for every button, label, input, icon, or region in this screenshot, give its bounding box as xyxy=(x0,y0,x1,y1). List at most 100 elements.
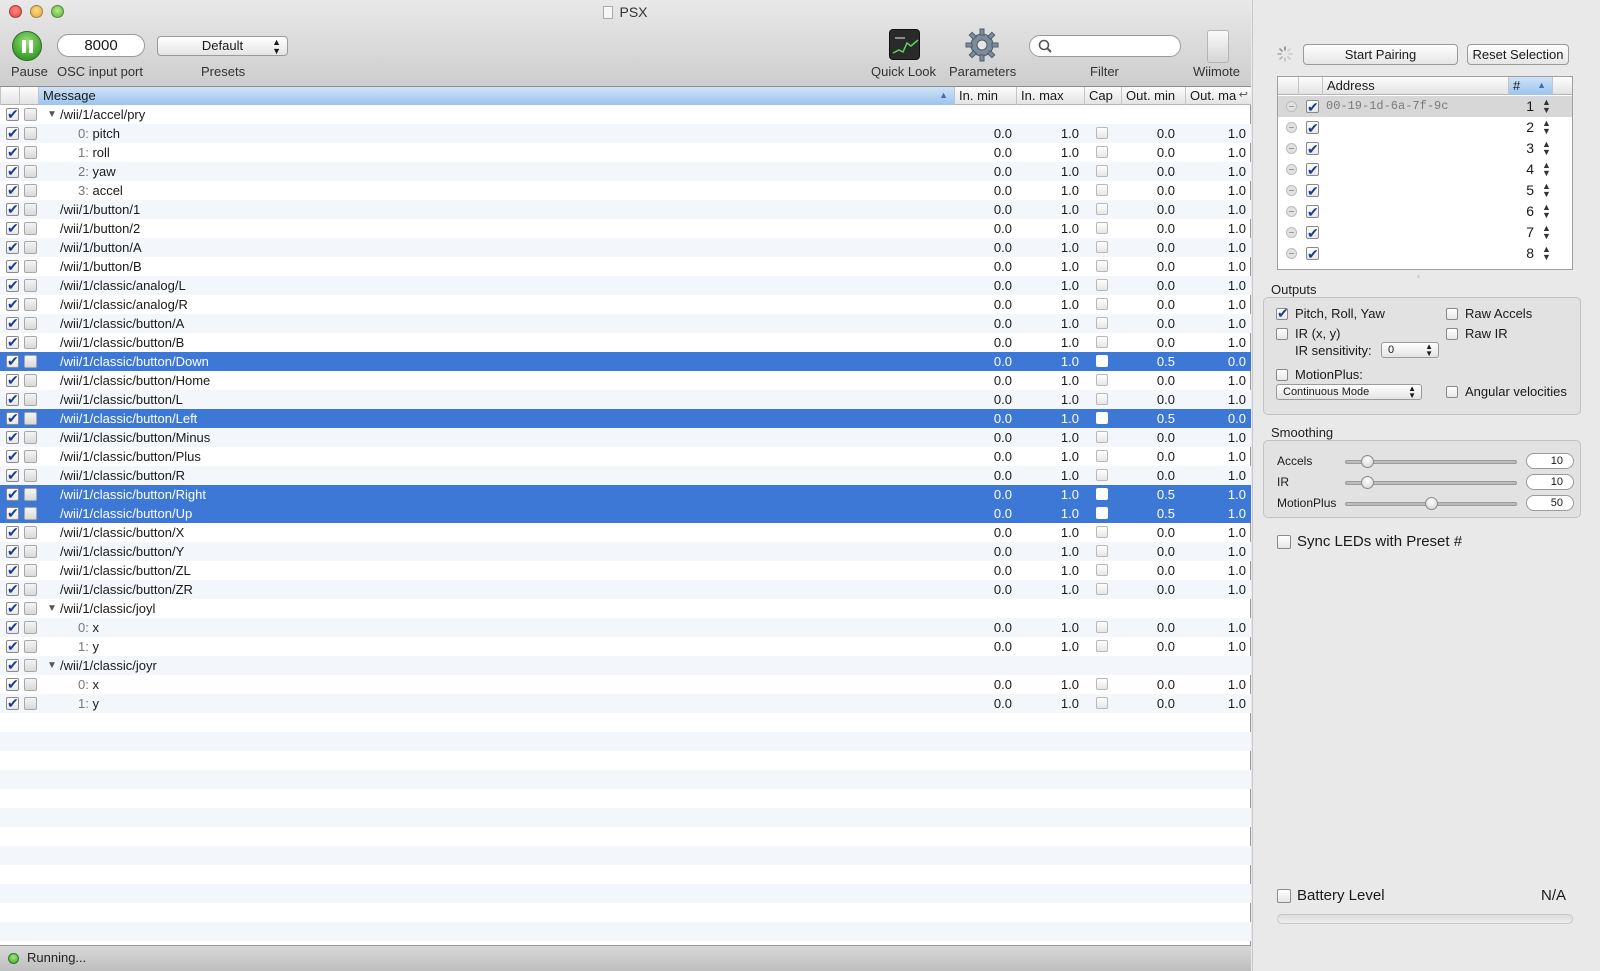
row-enabled-checkbox[interactable] xyxy=(6,219,19,238)
row-out-min[interactable]: 0.0 xyxy=(1125,675,1175,694)
row-in-min[interactable]: 0.0 xyxy=(962,428,1012,447)
row-cap-checkbox[interactable] xyxy=(1096,640,1108,652)
column-out-min[interactable]: Out. min xyxy=(1121,87,1185,105)
row-out-max[interactable]: 1.0 xyxy=(1196,580,1246,599)
row-in-min[interactable]: 0.0 xyxy=(962,523,1012,542)
row-in-max[interactable]: 1.0 xyxy=(1029,447,1079,466)
row-enabled-checkbox[interactable] xyxy=(6,124,19,143)
row-select-checkbox[interactable] xyxy=(24,450,37,463)
table-row[interactable]: /wii/1/classic/button/ZR 0.0 1.0 0.0 1.0 xyxy=(0,580,1251,599)
row-enabled-checkbox[interactable] xyxy=(6,295,19,314)
row-in-max[interactable]: 1.0 xyxy=(1029,390,1079,409)
row-cap-checkbox[interactable] xyxy=(1096,469,1108,481)
row-enabled-checkbox[interactable] xyxy=(6,162,19,181)
reset-selection-button[interactable]: Reset Selection xyxy=(1467,44,1569,65)
wiimote-row[interactable]: 8 ▲▼ xyxy=(1278,243,1572,265)
row-out-max[interactable]: 1.0 xyxy=(1196,694,1246,713)
row-out-min[interactable]: 0.0 xyxy=(1125,200,1175,219)
number-stepper[interactable]: ▲ ▼ xyxy=(1542,203,1551,220)
row-enabled-checkbox[interactable] xyxy=(6,333,19,352)
column-message[interactable]: Message ▲ xyxy=(38,87,954,105)
row-out-min[interactable]: 0.0 xyxy=(1125,618,1175,637)
row-out-max[interactable]: 1.0 xyxy=(1196,428,1246,447)
row-cap-checkbox[interactable] xyxy=(1096,317,1108,329)
row-in-max[interactable]: 1.0 xyxy=(1029,219,1079,238)
row-select-checkbox[interactable] xyxy=(24,203,37,216)
row-select-checkbox[interactable] xyxy=(24,412,37,425)
row-select-checkbox[interactable] xyxy=(24,526,37,539)
row-in-max[interactable]: 1.0 xyxy=(1029,181,1079,200)
wiimote-enabled-checkbox[interactable] xyxy=(1306,223,1319,244)
row-enabled-checkbox[interactable] xyxy=(6,200,19,219)
row-cap-checkbox[interactable] xyxy=(1096,431,1108,443)
row-in-max[interactable]: 1.0 xyxy=(1029,143,1079,162)
disclosure-triangle-icon[interactable]: ▼ xyxy=(47,105,57,124)
row-in-min[interactable]: 0.0 xyxy=(962,637,1012,656)
row-out-min[interactable]: 0.0 xyxy=(1125,143,1175,162)
column-in-max[interactable]: In. max xyxy=(1016,87,1084,105)
wiimote-row[interactable]: 4 ▲▼ xyxy=(1278,159,1572,181)
table-row[interactable]: /wii/1/classic/button/Left 0.0 1.0 0.5 0.0 xyxy=(0,409,1251,428)
row-select-checkbox[interactable] xyxy=(24,583,37,596)
wiimote-row[interactable]: 6 ▲▼ xyxy=(1278,201,1572,223)
row-select-checkbox[interactable] xyxy=(24,108,37,121)
row-enabled-checkbox[interactable] xyxy=(6,466,19,485)
row-in-max[interactable]: 1.0 xyxy=(1029,485,1079,504)
row-out-min[interactable]: 0.0 xyxy=(1125,181,1175,200)
table-row[interactable]: ▼/wii/1/classic/joyr xyxy=(0,656,1251,675)
row-out-max[interactable]: 1.0 xyxy=(1196,504,1246,523)
number-stepper[interactable]: ▲ ▼ xyxy=(1542,182,1551,199)
row-select-checkbox[interactable] xyxy=(24,279,37,292)
row-in-max[interactable]: 1.0 xyxy=(1029,409,1079,428)
ir-xy-checkbox[interactable] xyxy=(1276,328,1288,340)
row-in-min[interactable]: 0.0 xyxy=(962,675,1012,694)
remove-icon[interactable] xyxy=(1286,122,1297,133)
row-select-checkbox[interactable] xyxy=(24,127,37,140)
table-row[interactable]: /wii/1/classic/button/Minus 0.0 1.0 0.0 1.0 xyxy=(0,428,1251,447)
table-row[interactable]: /wii/1/classic/button/ZL 0.0 1.0 0.0 1.0 xyxy=(0,561,1251,580)
motionplus-slider-knob[interactable] xyxy=(1424,497,1438,510)
table-row[interactable]: /wii/1/classic/button/Plus 0.0 1.0 0.0 1.0 xyxy=(0,447,1251,466)
table-row[interactable]: /wii/1/classic/button/B 0.0 1.0 0.0 1.0 xyxy=(0,333,1251,352)
pitch-roll-yaw-checkbox[interactable] xyxy=(1276,305,1289,322)
row-in-max[interactable]: 1.0 xyxy=(1029,276,1079,295)
row-out-max[interactable]: 1.0 xyxy=(1196,637,1246,656)
table-row[interactable]: /wii/1/button/1 0.0 1.0 0.0 1.0 xyxy=(0,200,1251,219)
row-in-min[interactable]: 0.0 xyxy=(962,181,1012,200)
row-in-max[interactable]: 1.0 xyxy=(1029,466,1079,485)
row-in-max[interactable]: 1.0 xyxy=(1029,428,1079,447)
remove-icon[interactable] xyxy=(1286,248,1297,259)
row-out-max[interactable]: 1.0 xyxy=(1196,257,1246,276)
row-cap-checkbox[interactable] xyxy=(1096,621,1108,633)
ir-value-field[interactable]: 10 xyxy=(1526,474,1574,490)
wiimote-row[interactable]: 2 ▲▼ xyxy=(1278,117,1572,139)
row-out-max[interactable]: 1.0 xyxy=(1196,542,1246,561)
table-row[interactable]: 3: accel 0.0 1.0 0.0 1.0 xyxy=(0,181,1251,200)
row-in-min[interactable]: 0.0 xyxy=(962,295,1012,314)
row-out-min[interactable]: 0.0 xyxy=(1125,580,1175,599)
table-row[interactable]: 0: x 0.0 1.0 0.0 1.0 xyxy=(0,675,1251,694)
raw-ir-checkbox[interactable] xyxy=(1446,328,1458,340)
table-row[interactable]: /wii/1/classic/button/Up 0.0 1.0 0.5 1.0 xyxy=(0,504,1251,523)
column-remove[interactable] xyxy=(1278,77,1298,95)
row-in-max[interactable]: 1.0 xyxy=(1029,580,1079,599)
table-row[interactable]: /wii/1/classic/button/Home 0.0 1.0 0.0 1.0 xyxy=(0,371,1251,390)
row-out-min[interactable]: 0.0 xyxy=(1125,257,1175,276)
row-in-min[interactable]: 0.0 xyxy=(962,561,1012,580)
motionplus-checkbox[interactable] xyxy=(1276,369,1288,381)
row-select-checkbox[interactable] xyxy=(24,640,37,653)
row-in-min[interactable]: 0.0 xyxy=(962,257,1012,276)
row-out-max[interactable]: 1.0 xyxy=(1196,295,1246,314)
row-enabled-checkbox[interactable] xyxy=(6,390,19,409)
row-select-checkbox[interactable] xyxy=(24,659,37,672)
disclosure-triangle-icon[interactable]: ▼ xyxy=(47,656,57,675)
row-out-min[interactable]: 0.0 xyxy=(1125,542,1175,561)
row-enabled-checkbox[interactable] xyxy=(6,314,19,333)
column-enabled[interactable] xyxy=(1298,77,1322,95)
row-in-min[interactable]: 0.0 xyxy=(962,143,1012,162)
motionplus-mode-select[interactable]: Continuous Mode ▲ ▼ xyxy=(1276,384,1422,400)
wiimote-enabled-checkbox[interactable] xyxy=(1306,181,1319,202)
row-out-max[interactable]: 1.0 xyxy=(1196,200,1246,219)
row-out-max[interactable]: 1.0 xyxy=(1196,485,1246,504)
row-in-min[interactable]: 0.0 xyxy=(962,333,1012,352)
